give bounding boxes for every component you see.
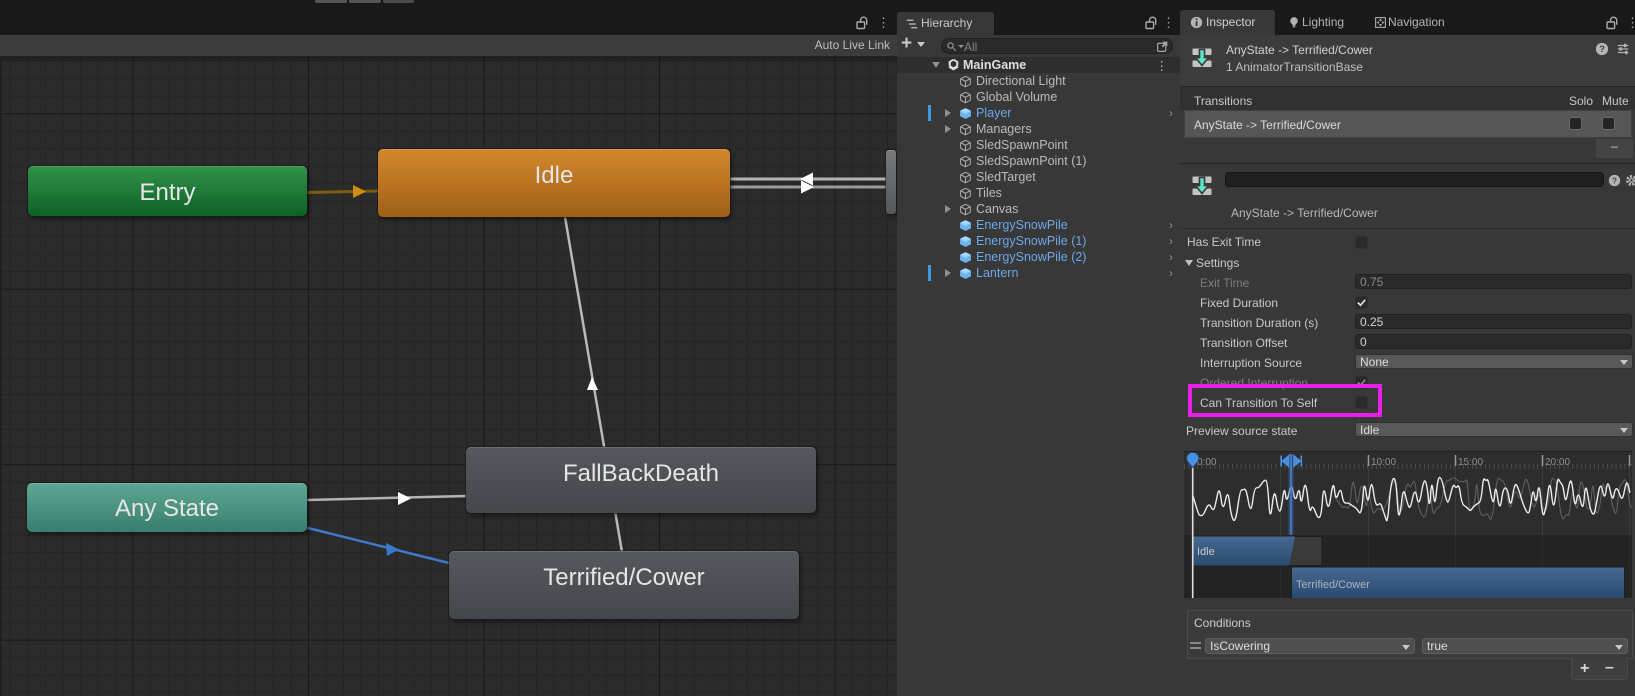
- svg-text:10:00: 10:00: [1371, 457, 1396, 468]
- svg-text:15:00: 15:00: [1458, 457, 1483, 468]
- svg-text:Terrified/Cower: Terrified/Cower: [1296, 579, 1370, 591]
- svg-text:?: ?: [1599, 44, 1604, 54]
- svg-text:20:00: 20:00: [1545, 457, 1570, 468]
- svg-text:0:00: 0:00: [1197, 457, 1217, 468]
- svg-text:?: ?: [1612, 176, 1617, 185]
- svg-text:2: 2: [1631, 457, 1632, 468]
- svg-text:Idle: Idle: [1197, 546, 1215, 558]
